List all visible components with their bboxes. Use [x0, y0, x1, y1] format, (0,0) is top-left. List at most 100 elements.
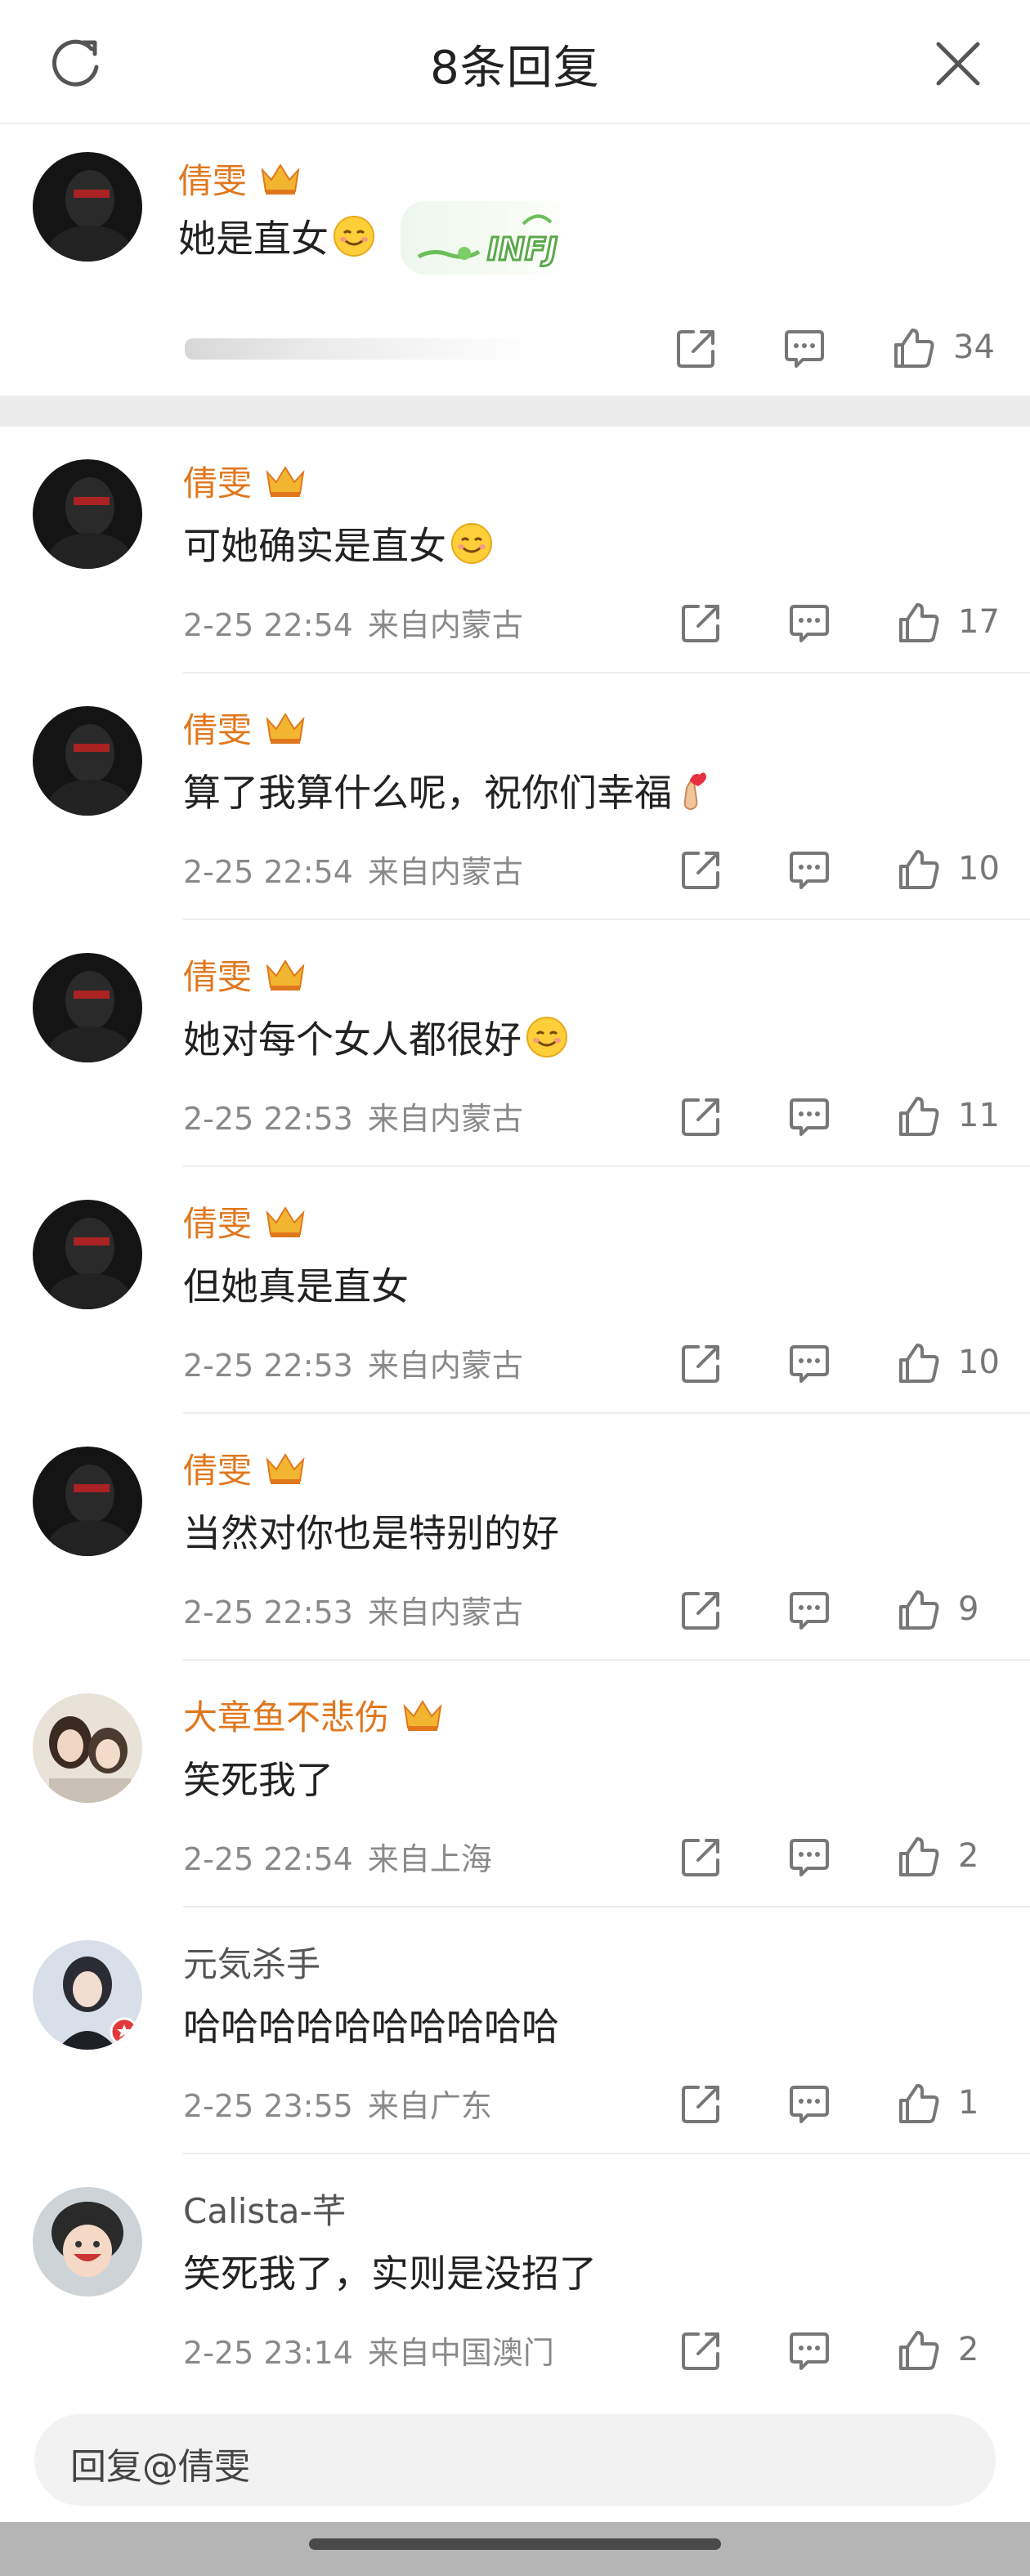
avatar[interactable] [33, 953, 142, 1062]
reply-location: 来自内蒙古 [367, 1594, 523, 1630]
username[interactable]: Calista-芊 [183, 2184, 347, 2234]
comment-button[interactable] [781, 325, 827, 371]
share-icon [682, 605, 719, 642]
avatar[interactable] [33, 1693, 142, 1803]
avatar[interactable] [33, 1447, 142, 1556]
like-button[interactable] [896, 1834, 942, 1880]
username[interactable]: 倩雯 [183, 1443, 307, 1496]
username-label: 倩雯 [183, 463, 253, 503]
share-button[interactable] [678, 847, 724, 892]
comment-button[interactable] [786, 2081, 832, 2127]
reply-text-label: 但她真是直女 [183, 1264, 409, 1308]
comment-text-label: 她是直女 [178, 217, 329, 261]
avatar[interactable] [33, 2187, 142, 2296]
reply-text: 但她真是直女 [183, 1257, 409, 1311]
share-icon [682, 1839, 719, 1876]
reply-meta: 2-25 22:54 来自内蒙古 [183, 600, 523, 645]
reply-meta: 2-25 22:54 来自内蒙古 [183, 847, 523, 892]
comment-icon [790, 1098, 829, 1136]
like-button[interactable] [896, 847, 942, 892]
comment-button[interactable] [786, 1093, 832, 1139]
username[interactable]: 元気杀手 [183, 1937, 320, 1987]
reply-time: 2-25 23:14 [183, 2335, 353, 2371]
avatar[interactable] [33, 706, 142, 816]
system-nav-bar [0, 2522, 1030, 2576]
username-label: Calista-芊 [183, 2191, 347, 2231]
home-indicator[interactable] [309, 2538, 721, 2550]
reply-text: 算了我算什么呢，祝你们幸福 [183, 763, 714, 821]
avatar[interactable] [33, 152, 142, 262]
like-button[interactable] [896, 2081, 942, 2127]
reply-location: 来自内蒙古 [367, 1101, 523, 1137]
comment-button[interactable] [786, 847, 832, 892]
like-button[interactable] [896, 1093, 942, 1139]
like-button[interactable] [896, 1587, 942, 1633]
reply-time: 2-25 22:53 [183, 1348, 353, 1384]
sheet-header: 8条回复 [0, 0, 1030, 124]
share-icon [682, 852, 719, 889]
comment-button[interactable] [786, 2328, 832, 2373]
username[interactable]: 倩雯 [178, 154, 302, 206]
like-button[interactable] [896, 600, 942, 646]
reply-time: 2-25 22:54 [183, 607, 353, 643]
comment-button[interactable] [786, 1340, 832, 1386]
share-button[interactable] [678, 2328, 724, 2373]
crown-icon [263, 955, 307, 1002]
username[interactable]: 倩雯 [183, 1196, 307, 1249]
smile-emoji [525, 1015, 569, 1068]
reply-item: 倩雯 当然对你也是特别的好 2-25 22:53 来自内蒙古 9 [0, 1414, 1030, 1661]
like-count: 10 [958, 1344, 1000, 1381]
reply-text-label: 可她确实是直女 [183, 524, 446, 568]
comment-button[interactable] [786, 1587, 832, 1633]
share-icon [682, 1592, 719, 1630]
reply-item: 倩雯 她对每个女人都很好 2-25 22:53 来自内蒙古 11 [0, 920, 1030, 1167]
share-icon [682, 1098, 719, 1136]
share-button[interactable] [674, 325, 719, 371]
like-button[interactable] [896, 1340, 942, 1386]
comment-text: 她是直女 [178, 209, 376, 267]
share-button[interactable] [678, 2081, 724, 2127]
reply-text-label: 笑死我了 [183, 1758, 334, 1802]
page-title: 8条回复 [430, 42, 600, 95]
avatar[interactable] [33, 1940, 142, 2050]
reply-input[interactable]: 回复@倩雯 [34, 2414, 996, 2506]
like-count: 2 [958, 1837, 979, 1875]
comment-meta-blurred [185, 338, 536, 360]
close-button[interactable] [925, 31, 991, 96]
share-button[interactable] [678, 1587, 724, 1633]
like-button[interactable] [891, 325, 937, 371]
section-divider [0, 396, 1030, 427]
sticker-infj: INFJ [401, 201, 572, 275]
reply-location: 来自上海 [367, 1841, 492, 1877]
username[interactable]: 倩雯 [183, 703, 307, 755]
share-button[interactable] [678, 600, 724, 646]
reply-time: 2-25 22:54 [183, 854, 353, 890]
main-comment: 倩雯 INFJ 她是直女 34 [0, 124, 1030, 396]
avatar[interactable] [33, 459, 142, 569]
reply-meta: 2-25 22:53 来自内蒙古 [183, 1093, 523, 1138]
username[interactable]: 倩雯 [183, 950, 307, 1002]
username-label: 倩雯 [183, 710, 253, 750]
like-button[interactable] [896, 2328, 942, 2373]
crown-icon [263, 708, 307, 755]
username[interactable]: 倩雯 [183, 456, 307, 508]
share-button[interactable] [678, 1340, 724, 1386]
like-icon [899, 1590, 939, 1630]
comment-button[interactable] [786, 1834, 832, 1880]
reply-text-label: 她对每个女人都很好 [183, 1017, 522, 1062]
username[interactable]: 大章鱼不悲伤 [183, 1690, 445, 1742]
like-icon [899, 1344, 939, 1383]
comment-icon [790, 605, 829, 642]
sticker-text: INFJ [487, 231, 558, 267]
username-label: 大章鱼不悲伤 [183, 1697, 390, 1737]
username-label: 倩雯 [183, 1451, 253, 1491]
comment-button[interactable] [786, 600, 832, 646]
reply-item: Calista-芊 笑死我了，实则是没招了 2-25 23:14 来自中国澳门 2 [0, 2154, 1030, 2401]
share-button[interactable] [678, 1834, 724, 1880]
crown-icon [263, 1448, 307, 1496]
reply-text: 她对每个女人都很好 [183, 1010, 569, 1068]
share-button[interactable] [678, 1093, 724, 1139]
crown-icon [258, 159, 302, 206]
avatar[interactable] [33, 1200, 142, 1309]
like-count: 2 [958, 2331, 979, 2368]
